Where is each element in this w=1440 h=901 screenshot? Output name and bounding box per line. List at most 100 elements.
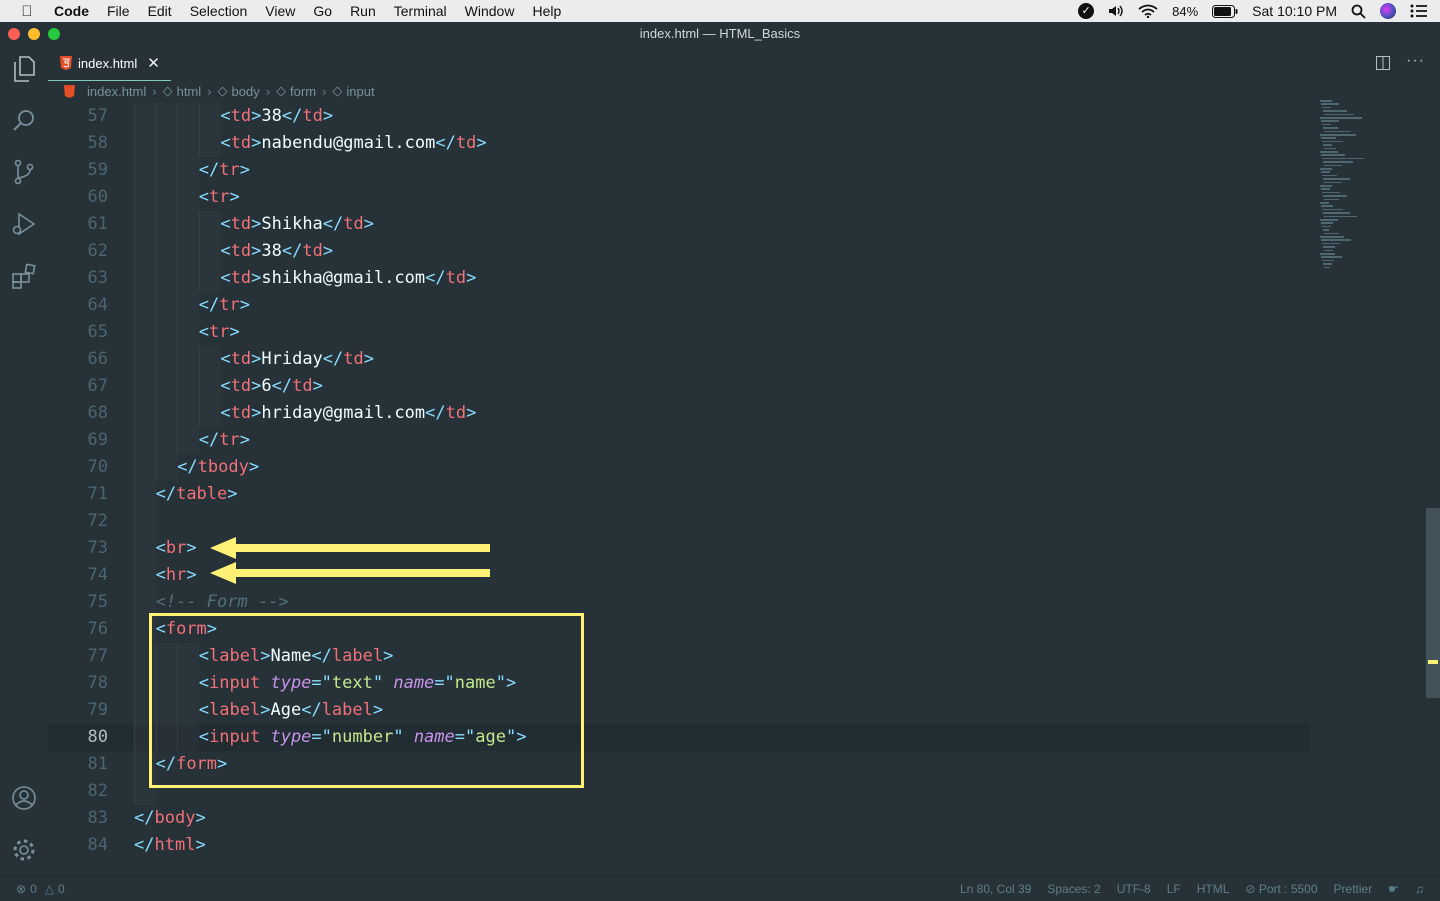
spotlight-search-icon[interactable]: [1351, 4, 1366, 19]
indent-guide: [134, 454, 156, 481]
menu-app-name[interactable]: Code: [54, 0, 98, 22]
accounts-icon[interactable]: [8, 782, 40, 814]
language-mode[interactable]: HTML: [1197, 882, 1230, 896]
port-label: Port : 5500: [1258, 882, 1318, 896]
breadcrumb-form[interactable]: form: [290, 84, 316, 99]
notifications-bell-icon[interactable]: ♫: [1415, 882, 1424, 896]
code-line[interactable]: 75 <!-- Form -->: [48, 589, 1310, 616]
chevron-right-icon: ›: [207, 83, 212, 99]
minimap-line: [1322, 259, 1334, 262]
code-line[interactable]: 61 <td>Shikha</td>: [48, 211, 1310, 238]
code-line[interactable]: 83 </body>: [48, 805, 1310, 832]
menu-run[interactable]: Run: [341, 0, 385, 22]
volume-icon[interactable]: [1108, 4, 1124, 18]
code-line[interactable]: 59 </tr>: [48, 157, 1310, 184]
breadcrumb-file[interactable]: index.html: [87, 84, 146, 99]
run-and-debug-icon[interactable]: [8, 208, 40, 240]
menu-view[interactable]: View: [256, 0, 304, 22]
siri-icon[interactable]: [1380, 3, 1396, 19]
explorer-icon[interactable]: [8, 53, 40, 85]
feedback-icon[interactable]: ☛: [1388, 882, 1399, 896]
line-number: 69: [87, 430, 108, 450]
close-window-button[interactable]: [8, 28, 20, 40]
minimap-line: [1321, 137, 1336, 139]
code-line[interactable]: 72: [48, 508, 1310, 535]
code-text: <tr>: [198, 322, 240, 342]
minimize-window-button[interactable]: [28, 28, 40, 40]
minimap-line: [1321, 171, 1330, 173]
indent-guide: [155, 319, 178, 346]
minimap[interactable]: [1316, 100, 1428, 280]
line-number: 73: [87, 538, 108, 558]
menu-file[interactable]: File: [98, 0, 139, 22]
breadcrumb-body[interactable]: body: [232, 84, 260, 99]
minimap-line: [1323, 246, 1335, 248]
code-line[interactable]: 57 <td>38</td>: [48, 103, 1310, 130]
menu-terminal[interactable]: Terminal: [385, 0, 456, 22]
menu-edit[interactable]: Edit: [139, 0, 181, 22]
split-editor-icon[interactable]: [1376, 56, 1390, 70]
cursor-position[interactable]: Ln 80, Col 39: [960, 882, 1031, 896]
line-number: 75: [87, 592, 108, 612]
code-line[interactable]: 84 </html>: [48, 832, 1310, 859]
live-server-port[interactable]: ⊘ Port : 5500: [1245, 882, 1317, 896]
prettier-status[interactable]: Prettier: [1334, 882, 1373, 896]
apple-icon[interactable]: : [0, 3, 54, 20]
line-number: 81: [87, 754, 108, 774]
end-of-line[interactable]: LF: [1167, 882, 1181, 896]
indent-guide: [155, 238, 178, 265]
indent-guide: [134, 400, 156, 427]
search-icon[interactable]: [8, 104, 40, 136]
menu-help[interactable]: Help: [523, 0, 570, 22]
chevron-right-icon: ›: [265, 83, 271, 99]
code-line[interactable]: 62 <td>38</td>: [48, 238, 1310, 265]
tab-label: index.html: [78, 55, 138, 71]
editor-scrollbar[interactable]: [1426, 508, 1440, 698]
code-line[interactable]: 69 </tr>: [48, 427, 1310, 454]
line-number: 66: [87, 349, 108, 369]
indentation[interactable]: Spaces: 2: [1047, 882, 1100, 896]
code-line[interactable]: 58 <td>nabendu@gmail.com</td>: [48, 130, 1310, 157]
wifi-icon[interactable]: [1138, 4, 1158, 18]
zoom-window-button[interactable]: [48, 28, 60, 40]
code-line[interactable]: 71 </table>: [48, 481, 1310, 508]
menu-window[interactable]: Window: [456, 0, 524, 22]
indent-guide: [177, 157, 199, 184]
menu-selection[interactable]: Selection: [181, 0, 257, 22]
encoding[interactable]: UTF-8: [1117, 882, 1151, 896]
more-actions-icon[interactable]: ···: [1406, 52, 1425, 70]
source-control-icon[interactable]: [8, 156, 40, 188]
error-count: 0: [30, 881, 37, 896]
line-number: 83: [87, 808, 108, 828]
battery-percent: 84%: [1172, 3, 1199, 19]
battery-icon[interactable]: [1212, 4, 1238, 18]
code-line[interactable]: 63 <td>shikha@gmail.com</td>: [48, 265, 1310, 292]
indent-guide: [198, 103, 221, 130]
indent-guide: [177, 130, 199, 157]
code-line[interactable]: 60 <tr>: [48, 184, 1310, 211]
code-line[interactable]: 70 </tbody>: [48, 454, 1310, 481]
code-line[interactable]: 68 <td>hriday@gmail.com</td>: [48, 400, 1310, 427]
control-center-icon[interactable]: [1410, 4, 1428, 18]
minimap-line: [1323, 263, 1332, 265]
cursor-position-marker: [1428, 660, 1438, 664]
tab-close-icon[interactable]: ✕: [147, 54, 160, 72]
tab-index-html[interactable]: index.html ✕: [48, 46, 171, 81]
indent-guide: [155, 400, 178, 427]
clock[interactable]: Sat 10:10 PM: [1252, 3, 1337, 19]
breadcrumb-html[interactable]: html: [177, 84, 202, 99]
code-line[interactable]: 66 <td>Hriday</td>: [48, 346, 1310, 373]
minimap-line: [1320, 117, 1362, 119]
minimap-line: [1324, 181, 1342, 184]
code-line[interactable]: 67 <td>6</td>: [48, 373, 1310, 400]
minimap-line: [1323, 195, 1347, 197]
settings-gear-icon[interactable]: [8, 834, 40, 866]
code-line[interactable]: 65 <tr>: [48, 319, 1310, 346]
indent-guide: [177, 292, 199, 319]
breadcrumb-input[interactable]: input: [346, 84, 374, 99]
code-line[interactable]: 64 </tr>: [48, 292, 1310, 319]
menu-go[interactable]: Go: [304, 0, 341, 22]
problems-indicator[interactable]: ⊗ 0 △ 0: [16, 882, 65, 896]
checkmark-icon[interactable]: ✓: [1078, 3, 1095, 19]
extensions-icon[interactable]: [8, 260, 40, 292]
